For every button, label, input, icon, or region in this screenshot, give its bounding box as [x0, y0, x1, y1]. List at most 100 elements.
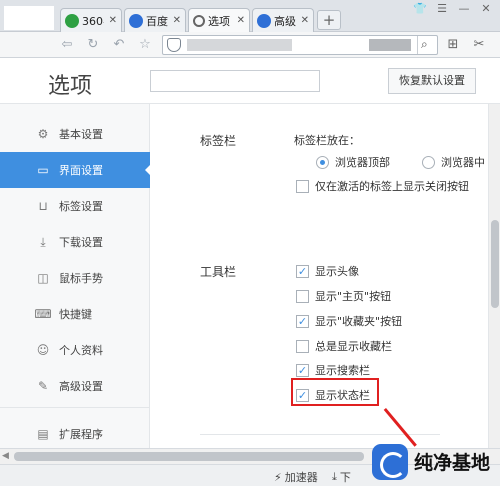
sidebar-item-profile[interactable]: ☺ 个人资料	[0, 332, 150, 368]
tabbar-position-label: 标签栏放在：	[294, 134, 360, 147]
address-bar[interactable]: ⌕	[162, 35, 438, 55]
sidebar-item-label: 界面设置	[59, 164, 103, 177]
sidebar-item-interface[interactable]: ▭ 界面设置	[0, 152, 151, 188]
checkbox-close-on-active[interactable]: 仅在激活的标签上显示关闭按钮	[296, 178, 469, 194]
grid-icon[interactable]: ⊞	[444, 36, 462, 54]
sidebar-item-label: 鼠标手势	[59, 272, 103, 285]
checkbox-checked[interactable]: ✓	[296, 363, 309, 377]
sidebar-item-shortcuts[interactable]: ⌨ 快捷键	[0, 296, 150, 332]
favorite-star-icon[interactable]: ☆	[136, 36, 154, 54]
refresh-icon[interactable]: ↻	[84, 36, 102, 54]
menu-icon[interactable]: ☰	[434, 2, 450, 15]
paw-icon	[257, 13, 271, 28]
sidebar-divider	[0, 407, 150, 408]
person-icon: ☺	[36, 343, 50, 357]
blank-area	[4, 6, 54, 30]
tab-baidu[interactable]: 百度一 ✕	[124, 8, 186, 32]
watermark: 纯净基地	[372, 437, 500, 486]
close-window-icon[interactable]: ✕	[478, 2, 494, 15]
skin-icon[interactable]: 👕	[412, 2, 428, 15]
download-label: 下	[339, 471, 351, 484]
options-page: 选项 恢复默认设置 ⚙ 基本设置 ▭ 界面设置 ⊔ 标签设置 ⤓ 下载设置 ◫	[0, 58, 500, 448]
checkbox-label: 显示"收藏夹"按钮	[315, 315, 403, 328]
watermark-logo-icon	[372, 443, 408, 480]
checkbox[interactable]	[296, 179, 309, 193]
section-tabbar-label: 标签栏	[200, 134, 237, 148]
section-toolbar-label: 工具栏	[200, 265, 237, 279]
window-controls: 👕 ☰ — ✕	[412, 2, 494, 15]
scrollbar-thumb[interactable]	[14, 452, 364, 461]
checkbox-label: 总是显示收藏栏	[315, 340, 392, 353]
navigation-toolbar: ⇦ ↻ ↶ ☆ ⌕ ⊞ ✂	[0, 32, 500, 58]
radio-button[interactable]	[422, 155, 435, 169]
checkbox[interactable]	[296, 339, 309, 353]
radio-button[interactable]	[316, 155, 329, 169]
tab-options[interactable]: 选项 ✕	[188, 8, 250, 32]
sidebar-item-download[interactable]: ⤓ 下载设置	[0, 224, 150, 260]
sidebar-item-label: 高级设置	[59, 380, 103, 393]
checkbox-label: 显示"主页"按钮	[315, 290, 392, 303]
close-icon[interactable]: ✕	[171, 15, 181, 26]
checkbox-label: 仅在激活的标签上显示关闭按钮	[315, 180, 469, 193]
radio-label: 浏览器顶部	[335, 156, 390, 169]
tab-360[interactable]: 360导 ✕	[60, 8, 122, 32]
window-icon: ▭	[37, 163, 49, 177]
blurred-url	[187, 39, 292, 51]
checkbox-show-searchbar[interactable]: ✓ 显示搜索栏	[296, 362, 370, 378]
checkbox-always-bookmarks[interactable]: 总是显示收藏栏	[296, 338, 392, 354]
checkbox-checked[interactable]: ✓	[296, 314, 309, 328]
sidebar-item-label: 基本设置	[59, 128, 103, 141]
scrollbar-thumb[interactable]	[491, 220, 499, 308]
tab-label: 高级	[274, 14, 296, 28]
download-button[interactable]: ⤓ 下	[332, 469, 351, 485]
back-icon[interactable]: ⇦	[58, 36, 76, 54]
tab-label: 百度一	[146, 14, 168, 28]
checkbox[interactable]	[296, 289, 309, 303]
undo-icon[interactable]: ↶	[110, 36, 128, 54]
sidebar-item-basic[interactable]: ⚙ 基本设置	[0, 116, 150, 152]
extension-icon: ▤	[37, 427, 49, 441]
browser-window: 360导 ✕ 百度一 ✕ 选项 ✕ 高级 ✕ + 👕 ☰ — ✕ ⇦ ↻ ↶	[0, 0, 500, 486]
checkbox-show-avatar[interactable]: ✓ 显示头像	[296, 263, 359, 279]
search-icon[interactable]: ⌕	[421, 37, 428, 52]
wrench-icon: ✎	[37, 379, 49, 393]
checkbox-show-favorites[interactable]: ✓ 显示"收藏夹"按钮	[296, 313, 402, 329]
sidebar-item-mouse[interactable]: ◫ 鼠标手势	[0, 260, 150, 296]
watermark-text: 纯净基地	[414, 452, 491, 474]
close-icon[interactable]: ✕	[299, 15, 309, 26]
radio-browser-middle[interactable]: 浏览器中	[422, 154, 485, 170]
sidebar-item-label: 标签设置	[59, 200, 103, 213]
checkbox-show-home[interactable]: 显示"主页"按钮	[296, 288, 391, 304]
close-icon[interactable]: ✕	[107, 15, 117, 26]
options-main-panel: 标签栏 标签栏放在： 浏览器顶部 浏览器中 仅在激活的标签上显示关闭按钮 工具栏…	[150, 58, 488, 448]
mouse-icon: ◫	[37, 271, 49, 285]
checkbox-label: 显示搜索栏	[315, 364, 370, 377]
tab-label: 360导	[82, 14, 104, 28]
tab-advanced[interactable]: 高级 ✕	[252, 8, 314, 32]
radio-label: 浏览器中	[441, 156, 485, 169]
vertical-scrollbar[interactable]	[488, 104, 500, 448]
radio-browser-top[interactable]: 浏览器顶部	[316, 154, 390, 170]
download-icon: ⤓	[332, 470, 337, 483]
sidebar-item-label: 个人资料	[59, 344, 103, 357]
lightning-icon: ⚡	[274, 470, 282, 484]
close-icon[interactable]: ✕	[235, 15, 245, 26]
page-title: 选项	[48, 74, 93, 99]
gear-icon: ⚙	[37, 127, 49, 141]
tab-strip: 360导 ✕ 百度一 ✕ 选项 ✕ 高级 ✕ + 👕 ☰ — ✕	[0, 0, 500, 32]
sidebar-item-tabs[interactable]: ⊔ 标签设置	[0, 188, 150, 224]
minimize-icon[interactable]: —	[456, 2, 472, 15]
new-tab-button[interactable]: +	[317, 10, 341, 30]
checkbox-checked[interactable]: ✓	[296, 264, 309, 278]
address-separator	[417, 36, 418, 54]
highlight-box	[291, 378, 379, 406]
accelerator-button[interactable]: ⚡ 加速器	[274, 469, 318, 485]
scroll-left-icon[interactable]: ◀	[2, 451, 9, 461]
gear-icon	[193, 14, 205, 27]
sidebar-item-extensions[interactable]: ▤ 扩展程序	[0, 416, 150, 448]
accelerator-label: 加速器	[284, 471, 318, 484]
tools-icon[interactable]: ✂	[470, 36, 488, 54]
tab-icon: ⊔	[38, 199, 48, 213]
sidebar-item-advanced[interactable]: ✎ 高级设置	[0, 368, 150, 404]
paw-icon	[129, 13, 143, 28]
